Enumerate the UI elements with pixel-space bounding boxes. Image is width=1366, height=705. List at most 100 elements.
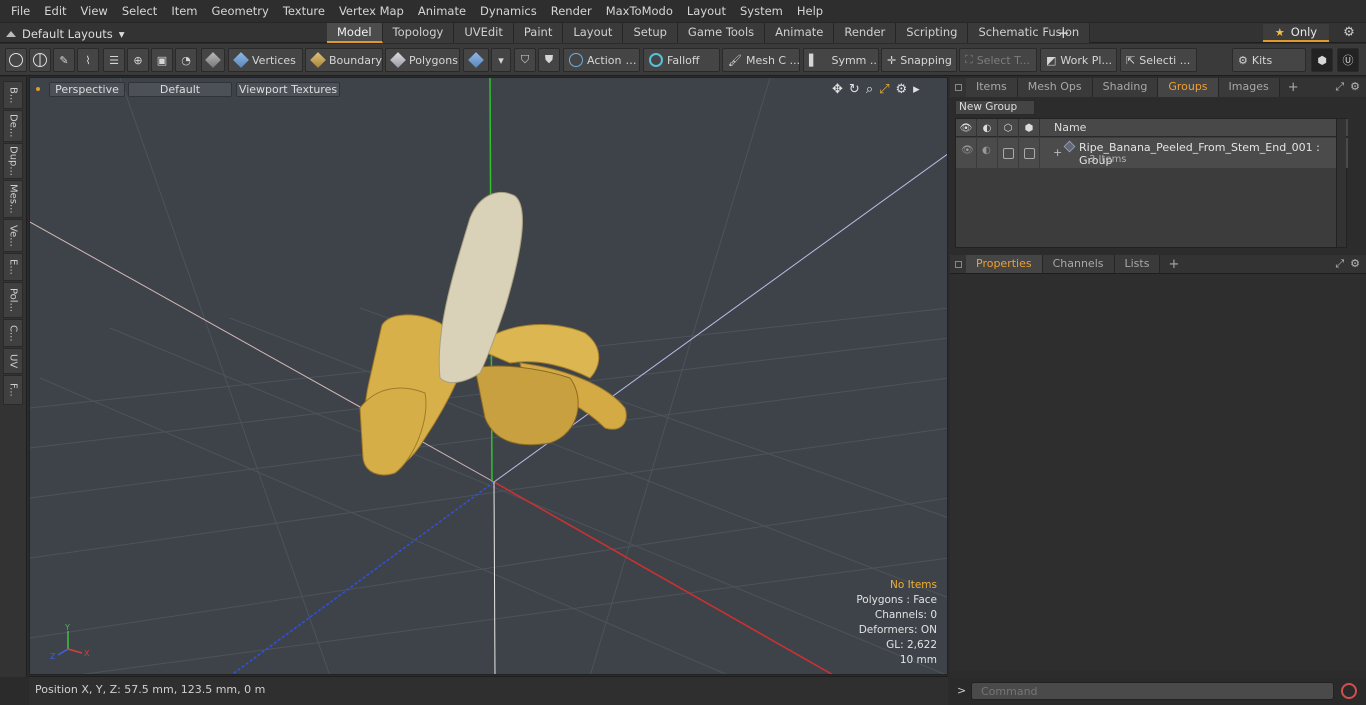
tab-layout[interactable]: Layout — [563, 23, 624, 43]
vtab-deform[interactable]: De... — [3, 110, 23, 142]
textures-dropdown[interactable]: Viewport Textures — [236, 82, 340, 97]
menu-texture[interactable]: Texture — [276, 0, 332, 22]
viewport-arrow-icon[interactable]: ▸ — [913, 82, 920, 97]
command-record-icon[interactable] — [1341, 683, 1357, 699]
maximize-icon[interactable]: ⤢ — [879, 82, 889, 97]
tab-setup[interactable]: Setup — [623, 23, 678, 43]
menu-vertex-map[interactable]: Vertex Map — [332, 0, 411, 22]
snap-vertex-button[interactable]: ⛊ — [538, 48, 560, 72]
render-col-icon[interactable]: ◐ — [977, 119, 998, 137]
group-row[interactable]: 👁 ◐ + Ripe_Banana_Peeled_From_Stem_End_0… — [956, 138, 1348, 168]
tab-images[interactable]: Images — [1218, 78, 1280, 97]
tab-channels[interactable]: Channels — [1042, 255, 1115, 274]
viewport-scene[interactable] — [30, 78, 948, 675]
tab-schematic-fusion[interactable]: Schematic Fusion — [968, 23, 1091, 43]
tab-uvedit[interactable]: UVEdit — [454, 23, 514, 43]
menu-file[interactable]: File — [4, 0, 37, 22]
boundary-button[interactable]: Boundary — [305, 48, 383, 72]
material-dropdown-button[interactable]: ▾ — [491, 48, 511, 72]
select-through-button[interactable]: ⛶ Select T... — [959, 48, 1037, 72]
snap-element-button[interactable]: ⛉ — [514, 48, 536, 72]
tab-groups[interactable]: Groups — [1158, 78, 1219, 97]
tab-shading[interactable]: Shading — [1092, 78, 1159, 97]
viewport-menu-dot[interactable] — [36, 87, 40, 91]
tab-paint[interactable]: Paint — [513, 23, 564, 43]
add-panel-tab-icon[interactable]: + — [1160, 257, 1187, 272]
vtab-polygon[interactable]: Pol... — [3, 282, 23, 318]
visibility-col-eye-icon[interactable]: 👁 — [956, 119, 977, 137]
menu-maxtomodo[interactable]: MaxToModo — [599, 0, 680, 22]
gear-icon[interactable]: ⚙ — [1340, 24, 1358, 42]
zoom-icon[interactable]: ⌕ — [866, 82, 873, 97]
vtab-uv[interactable]: UV — [3, 348, 23, 374]
banana-mesh[interactable] — [359, 192, 627, 476]
panel-gear-icon[interactable]: ⚙ — [1350, 80, 1360, 94]
tab-properties[interactable]: Properties — [966, 255, 1043, 274]
groups-scrollbar[interactable] — [1336, 119, 1346, 247]
tab-items[interactable]: Items — [966, 78, 1018, 97]
unreal-button[interactable]: Ⓤ — [1337, 48, 1359, 72]
menu-help[interactable]: Help — [790, 0, 830, 22]
kits-button[interactable]: ⚙ Kits — [1232, 48, 1306, 72]
menu-system[interactable]: System — [733, 0, 790, 22]
lock-col-icon[interactable]: ⬡ — [998, 119, 1019, 137]
vtab-duplicate[interactable]: Dup... — [3, 143, 23, 179]
view-mode-dropdown[interactable]: Perspective — [49, 82, 125, 97]
menu-geometry[interactable]: Geometry — [205, 0, 276, 22]
tab-scripting[interactable]: Scripting — [896, 23, 969, 43]
panel-menu-icon[interactable] — [955, 84, 962, 91]
vtab-fusion[interactable]: F... — [3, 375, 23, 405]
expand-plus-icon[interactable]: + — [1053, 146, 1062, 159]
viewport-gear-icon[interactable]: ⚙ — [896, 82, 908, 97]
3d-viewport[interactable]: Perspective Default Viewport Textures ✥ … — [29, 77, 948, 675]
vtab-curve[interactable]: C... — [3, 319, 23, 347]
shading-dropdown[interactable]: Default — [128, 82, 232, 97]
name-column-header[interactable]: Name — [1040, 119, 1086, 136]
material-mode-button[interactable] — [463, 48, 489, 72]
tab-model[interactable]: Model — [327, 23, 383, 43]
select-col-icon[interactable]: ⬢ — [1019, 119, 1040, 137]
pan-icon[interactable]: ✥ — [832, 82, 843, 97]
mesh-constraint-button[interactable]: 🖌 Mesh C ... — [722, 48, 800, 72]
panel-menu-icon[interactable] — [955, 261, 962, 268]
only-button[interactable]: ★ Only — [1263, 24, 1329, 42]
menu-edit[interactable]: Edit — [37, 0, 73, 22]
pen-tool-button[interactable]: ✎ — [53, 48, 75, 72]
command-input[interactable] — [971, 682, 1334, 700]
layout-dropdown[interactable]: Default Layouts ▾ — [6, 25, 125, 42]
polygons-button[interactable]: Polygons — [385, 48, 460, 72]
menu-item[interactable]: Item — [164, 0, 204, 22]
tab-game-tools[interactable]: Game Tools — [677, 23, 766, 43]
vertices-button[interactable]: Vertices — [228, 48, 303, 72]
selection-sets-button[interactable]: ⇱ Selecti ... — [1120, 48, 1197, 72]
vtab-basic[interactable]: B... — [3, 81, 23, 109]
align-tool-button[interactable]: ☰ — [103, 48, 125, 72]
modo-cube-button[interactable]: ⬢ — [1311, 48, 1333, 72]
brush-tool-button[interactable]: ⌇ — [77, 48, 99, 72]
tab-render[interactable]: Render — [834, 23, 897, 43]
menu-view[interactable]: View — [74, 0, 115, 22]
tab-lists[interactable]: Lists — [1114, 255, 1161, 274]
menu-animate[interactable]: Animate — [411, 0, 473, 22]
collapse-up-icon[interactable] — [6, 30, 16, 37]
tab-topology[interactable]: Topology — [382, 23, 455, 43]
rotate-select-button[interactable]: ◔ — [175, 48, 197, 72]
action-center-button[interactable]: Action… — [563, 48, 640, 72]
tab-animate[interactable]: Animate — [765, 23, 835, 43]
add-tab-plus-icon[interactable]: + — [1057, 24, 1070, 42]
menu-render[interactable]: Render — [544, 0, 599, 22]
expand-icon[interactable]: ⤢ — [1335, 80, 1344, 94]
select-globe-button[interactable] — [29, 48, 51, 72]
select-circle-button[interactable] — [5, 48, 27, 72]
row-lock-checkbox[interactable] — [1003, 148, 1014, 159]
row-select-checkbox[interactable] — [1024, 148, 1035, 159]
row-render-icon[interactable]: ◐ — [982, 145, 991, 156]
row-eye-icon[interactable]: 👁 — [961, 145, 974, 156]
tab-mesh-ops[interactable]: Mesh Ops — [1017, 78, 1093, 97]
add-panel-tab-icon[interactable]: + — [1280, 80, 1307, 95]
falloff-button[interactable]: Falloff — [643, 48, 720, 72]
item-mode-button[interactable] — [201, 48, 225, 72]
vtab-mesh-edit[interactable]: Mes... — [3, 180, 23, 218]
center-tool-button[interactable]: ⊕ — [127, 48, 149, 72]
menu-dynamics[interactable]: Dynamics — [473, 0, 544, 22]
